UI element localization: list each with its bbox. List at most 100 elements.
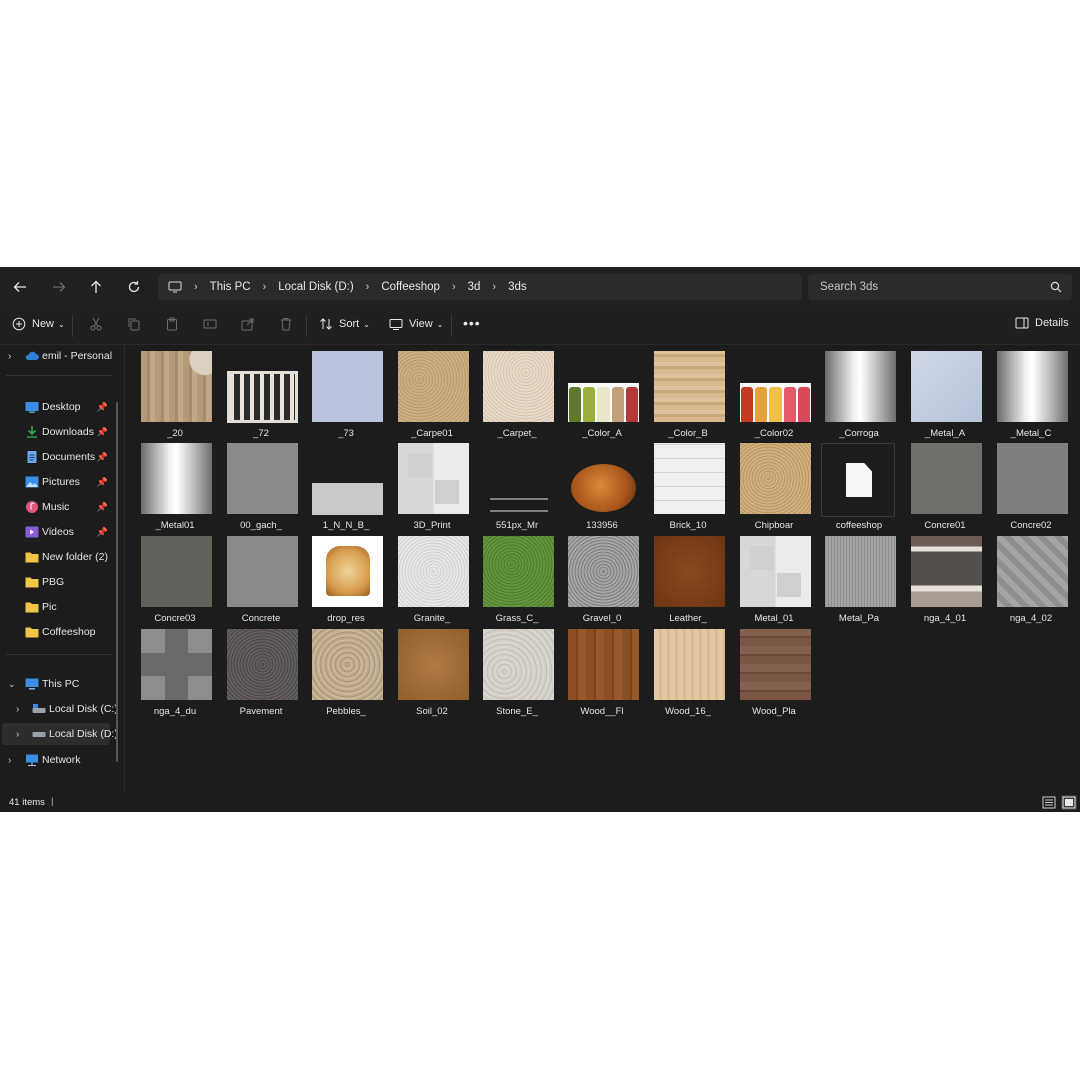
details-button[interactable]: Details [1015,317,1069,329]
sidebar-item-pictures[interactable]: Pictures 📌 [0,471,112,493]
file-item[interactable]: Soil_02 [394,629,470,719]
sidebar-item-network[interactable]: › Network [0,749,112,771]
file-item[interactable]: _Color_B [650,351,726,441]
details-view-toggle[interactable] [1042,796,1056,809]
file-item[interactable]: _Metal_A [907,351,983,441]
new-button[interactable]: New ⌄ [12,317,65,331]
file-item[interactable]: _Corroga [821,351,897,441]
file-item[interactable]: Concre01 [907,443,983,533]
file-name: _Carpet_ [497,428,537,439]
file-thumbnail [911,536,982,607]
chevron-right-icon: › [492,281,497,293]
file-item[interactable]: Concre03 [137,536,213,626]
up-arrow-icon [91,280,101,293]
file-item[interactable]: _72 [223,351,299,441]
back-button[interactable] [8,275,32,299]
large-icons-view-toggle[interactable] [1061,795,1077,810]
file-name: Brick_10 [669,520,707,531]
file-item[interactable]: _20 [137,351,213,441]
share-button[interactable] [241,317,255,331]
file-item[interactable]: Metal_01 [736,536,812,626]
pin-icon: 📌 [96,501,108,512]
sidebar-item-pic[interactable]: Pic [0,596,112,618]
file-name: _72 [253,428,269,439]
forward-button[interactable] [47,275,71,299]
file-item[interactable]: Concrete [223,536,299,626]
sidebar-item-videos[interactable]: Videos 📌 [0,521,112,543]
file-item[interactable]: _Carpet_ [479,351,555,441]
sidebar-item-pbg[interactable]: PBG [0,571,112,593]
sidebar-item-downloads[interactable]: Downloads 📌 [0,421,112,443]
file-item[interactable]: Pebbles_ [308,629,384,719]
ellipsis-icon: ••• [463,315,481,331]
file-item[interactable]: Wood_Pla [736,629,812,719]
file-item[interactable]: Gravel_0 [564,536,640,626]
file-thumbnail [911,443,982,514]
sidebar-item-onedrive[interactable]: › emil - Personal [0,345,112,367]
search-box[interactable]: Search 3ds [808,274,1072,300]
up-button[interactable] [84,275,108,299]
file-item[interactable]: Grass_C_ [479,536,555,626]
file-item[interactable]: Stone_E_ [479,629,555,719]
sort-button[interactable]: Sort ⌄ [319,317,370,331]
rename-button[interactable] [203,317,217,331]
file-item[interactable]: _Carpe01 [394,351,470,441]
file-item[interactable]: nga_4_du [137,629,213,719]
refresh-button[interactable] [122,275,146,299]
file-item[interactable]: _73 [308,351,384,441]
breadcrumb-3d[interactable]: 3d [468,281,481,293]
sidebar-label: Videos [42,526,74,538]
sidebar-scrollbar[interactable] [116,402,118,762]
file-item[interactable]: _Metal_C [993,351,1069,441]
sidebar-item-local-disk-d[interactable]: › Local Disk (D:) [2,723,118,745]
breadcrumb-local-disk-d[interactable]: Local Disk (D:) [278,281,353,293]
delete-button[interactable] [279,317,293,331]
file-item[interactable]: Pavement [223,629,299,719]
sidebar-item-local-disk-c[interactable]: › Local Disk (C:) [0,698,118,720]
chevron-down-icon: ⌄ [436,319,444,329]
file-item[interactable]: 1_N_N_B_ [308,443,384,533]
file-item[interactable]: Wood_16_ [650,629,726,719]
paste-button[interactable] [165,317,179,331]
copy-button[interactable] [127,317,141,331]
file-item[interactable]: _Color_A [564,351,640,441]
more-options-button[interactable]: ••• [463,315,481,331]
address-bar[interactable]: › This PC › Local Disk (D:) › Coffeeshop… [158,274,802,300]
file-thumbnail [825,351,896,422]
file-item[interactable]: Chipboar [736,443,812,533]
pane-divider[interactable] [124,345,125,793]
breadcrumb-3ds[interactable]: 3ds [508,281,527,293]
sidebar-item-desktop[interactable]: Desktop 📌 [0,396,112,418]
file-item[interactable]: Concre02 [993,443,1069,533]
file-item[interactable]: 133956 [564,443,640,533]
file-item[interactable]: Leather_ [650,536,726,626]
monitor-icon [168,281,182,293]
file-item[interactable]: drop_res [308,536,384,626]
view-icon [389,319,403,330]
sidebar-item-this-pc[interactable]: ⌄ This PC [0,673,112,695]
file-item[interactable]: Metal_Pa [821,536,897,626]
file-item[interactable]: nga_4_01 [907,536,983,626]
breadcrumb-this-pc[interactable]: This PC [210,281,251,293]
sidebar-item-new-folder-2[interactable]: New folder (2) [0,546,112,568]
file-item[interactable]: nga_4_02 [993,536,1069,626]
file-item[interactable]: Brick_10 [650,443,726,533]
file-item[interactable]: Wood__Fl [564,629,640,719]
file-item[interactable]: 551px_Mr [479,443,555,533]
view-button[interactable]: View ⌄ [389,317,443,331]
file-item[interactable]: _Metal01 [137,443,213,533]
sidebar-label: Pictures [42,476,80,488]
file-item[interactable]: 3D_Print [394,443,470,533]
file-item[interactable]: coffeeshop [821,443,897,533]
sidebar-item-music[interactable]: Music 📌 [0,496,112,518]
file-item[interactable]: _Color02 [736,351,812,441]
file-thumbnail [227,443,298,514]
sidebar-item-coffeeshop[interactable]: Coffeeshop [0,621,112,643]
folder-icon [25,602,39,613]
sidebar-label: This PC [42,678,80,690]
cut-button[interactable] [89,317,103,331]
file-item[interactable]: 00_gach_ [223,443,299,533]
breadcrumb-coffeeshop[interactable]: Coffeeshop [381,281,440,293]
sidebar-item-documents[interactable]: Documents 📌 [0,446,112,468]
file-item[interactable]: Granite_ [394,536,470,626]
